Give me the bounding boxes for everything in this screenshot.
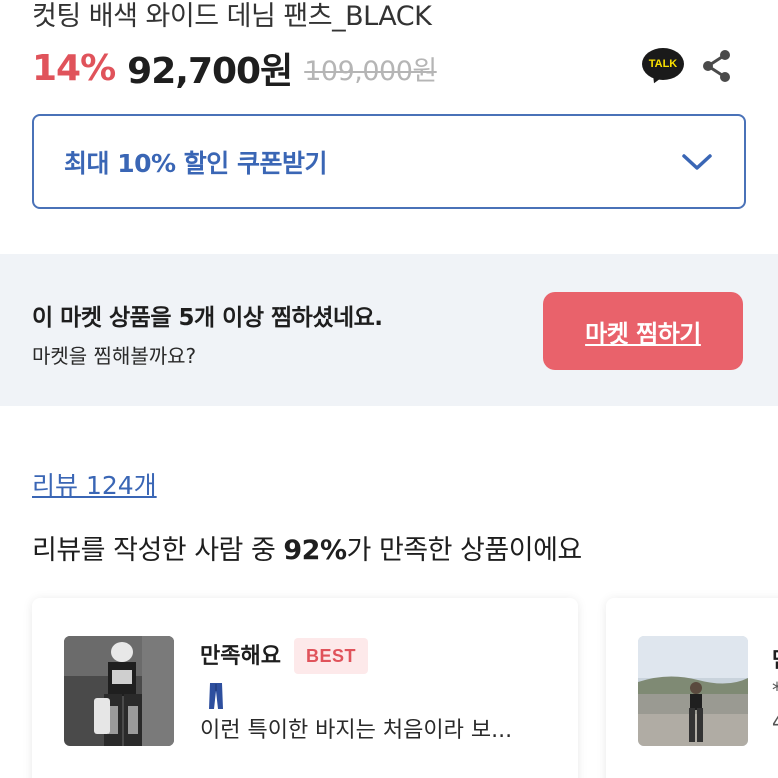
satisfaction-summary: 리뷰를 작성한 사람 중 92%가 만족한 상품이에요 (32, 528, 582, 567)
summary-percent: 92% (283, 535, 347, 566)
review-text: 이런 특이한 바지는 처음이라 보... (200, 718, 513, 743)
review-title: 만족해요 (200, 644, 281, 669)
kakao-talk-icon[interactable]: TALK (642, 48, 684, 87)
coupon-label: 최대 10% 할인 쿠폰받기 (64, 148, 327, 178)
review-title: 만 (772, 642, 778, 674)
market-like-banner: 이 마켓 상품을 5개 이상 찜하셨네요. 마켓을 찜해볼까요? 마켓 찜하기 (0, 254, 778, 406)
market-like-button[interactable]: 마켓 찜하기 (543, 292, 743, 370)
review-card[interactable]: 만 * 4 (606, 598, 778, 778)
talk-bubble: TALK (642, 48, 684, 80)
jeans-icon (209, 683, 223, 709)
coupon-dropdown[interactable]: 최대 10% 할인 쿠폰받기 (32, 114, 746, 209)
chevron-down-icon (682, 153, 712, 170)
discount-rate: 14% (32, 47, 116, 89)
review-count-link[interactable]: 리뷰 124개 (32, 466, 157, 502)
review-photo (64, 636, 174, 746)
price-row: 14% 92,700원 109,000원 (32, 44, 437, 93)
summary-prefix: 리뷰를 작성한 사람 중 (32, 535, 284, 566)
product-title: 컷팅 배색 와이드 데님 팬츠_BLACK (32, 1, 432, 32)
summary-suffix: 가 만족한 상품이에요 (346, 535, 583, 566)
review-number: 4 (772, 710, 778, 734)
banner-message: 이 마켓 상품을 5개 이상 찜하셨네요. (32, 305, 383, 331)
banner-sub-message: 마켓을 찜해볼까요? (32, 344, 197, 368)
original-price: 109,000원 (304, 55, 437, 87)
best-badge: BEST (294, 638, 368, 674)
sale-price: 92,700원 (127, 51, 293, 92)
talk-label: TALK (648, 58, 678, 70)
review-photo (638, 636, 748, 746)
review-card[interactable]: 만족해요 BEST 이런 특이한 바지는 처음이라 보... (32, 598, 578, 778)
share-icon[interactable] (700, 48, 734, 84)
review-star-mark: * (772, 678, 778, 702)
